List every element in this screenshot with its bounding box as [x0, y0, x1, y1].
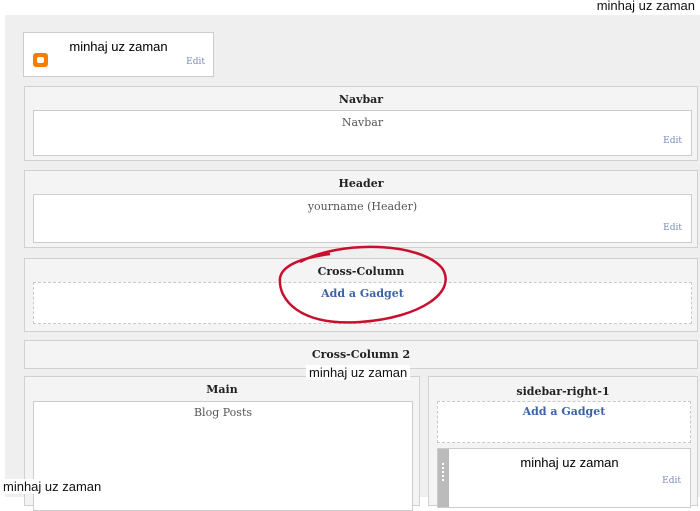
- blog-posts-gadget[interactable]: Blog Posts: [33, 401, 413, 511]
- gadget-title: Blog Posts: [193, 406, 253, 419]
- watermark-text: minhaj uz zaman: [593, 0, 698, 13]
- section-title: Cross-Column 2: [311, 348, 411, 361]
- gadget-title: minhaj uz zaman: [520, 455, 619, 470]
- sidebar-right-section: sidebar-right-1 Add a Gadget minhaj uz z…: [428, 376, 698, 508]
- watermark-text: minhaj uz zaman: [306, 365, 411, 380]
- add-gadget-area[interactable]: Add a Gadget: [437, 401, 691, 443]
- drag-handle-icon[interactable]: [438, 449, 449, 507]
- sidebar-gadget[interactable]: minhaj uz zaman Edit: [437, 448, 691, 508]
- section-title: Main: [206, 383, 238, 396]
- section-title: sidebar-right-1: [516, 385, 610, 398]
- add-gadget-link[interactable]: Add a Gadget: [438, 405, 690, 418]
- edit-link[interactable]: Edit: [662, 476, 681, 486]
- watermark-text: minhaj uz zaman: [0, 479, 105, 494]
